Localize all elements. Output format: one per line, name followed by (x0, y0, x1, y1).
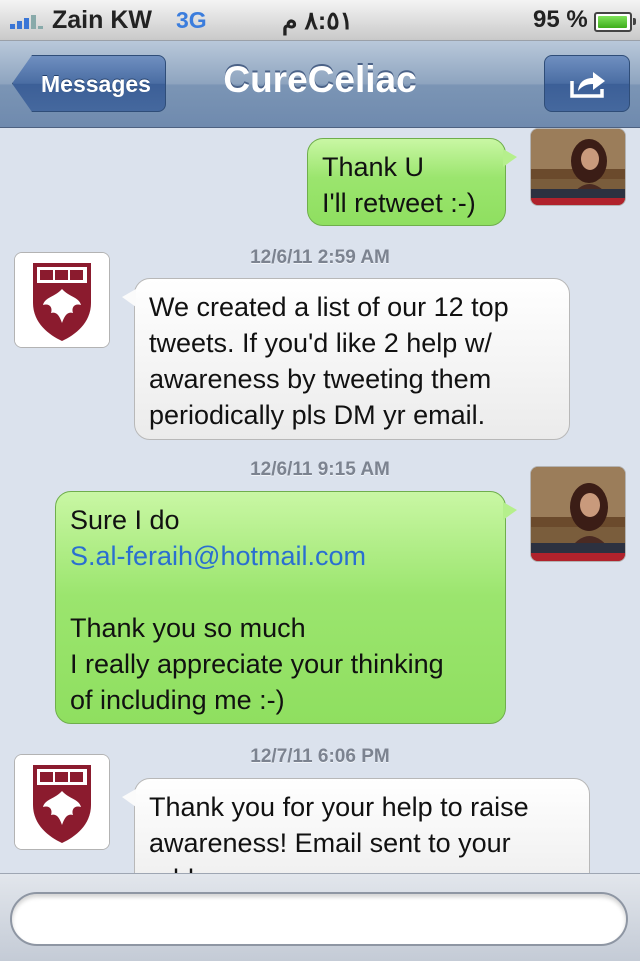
conversation-title: CureCeliac (223, 59, 417, 100)
contact-avatar[interactable] (14, 252, 110, 348)
message-bubble-outgoing[interactable]: Sure I do S.al-feraih@hotmail.com Thank … (55, 491, 517, 724)
messages-back-button[interactable]: Messages (12, 55, 166, 112)
message-input[interactable] (10, 892, 628, 946)
contact-avatar[interactable] (14, 754, 110, 850)
navigation-bar: Messages CureCeliac (0, 41, 640, 128)
compose-bar (0, 873, 640, 961)
network-type: 3G (176, 7, 207, 33)
message-text: address. (149, 861, 575, 873)
message-text: I'll retweet :-) (322, 188, 476, 218)
message-text: Sure I do (70, 505, 180, 535)
share-icon (570, 72, 605, 98)
message-bubble-outgoing[interactable]: Thank U I'll retweet :-) (307, 138, 517, 226)
university-crest-icon (15, 755, 109, 849)
battery-icon (594, 12, 636, 32)
clock-time: ٨:٥١ م (282, 7, 354, 35)
message-text: We created a list of our 12 top (149, 292, 509, 322)
university-crest-icon (15, 253, 109, 347)
message-text: Thank U (322, 152, 425, 182)
message-text: awareness by tweeting them (149, 364, 492, 394)
battery-percent: 95 % (533, 6, 588, 33)
message-text: of including me :-) (70, 685, 285, 715)
message-text: Thank you for your help to raise (149, 792, 529, 822)
message-text: periodically pls DM yr email. (149, 400, 486, 430)
user-avatar[interactable] (530, 466, 626, 562)
user-avatar[interactable] (530, 128, 626, 206)
email-link[interactable]: S.al-feraih@hotmail.com (70, 538, 491, 574)
message-text: tweets. If you'd like 2 help w/ (149, 328, 492, 358)
share-button[interactable] (544, 55, 630, 112)
message-bubble-incoming[interactable]: We created a list of our 12 top tweets. … (122, 278, 570, 440)
message-text: Thank you so much (70, 613, 306, 643)
carrier-name: Zain KW (52, 6, 152, 34)
message-text: I really appreciate your thinking (70, 649, 444, 679)
message-text: awareness! Email sent to your (149, 828, 511, 858)
status-bar: Zain KW 3G ٨:٥١ م 95 % (0, 0, 640, 41)
conversation-view[interactable]: Thank U I'll retweet :-) 12/6/11 2:59 AM (0, 128, 640, 873)
message-bubble-incoming[interactable]: Thank you for your help to raise awarene… (122, 778, 590, 873)
